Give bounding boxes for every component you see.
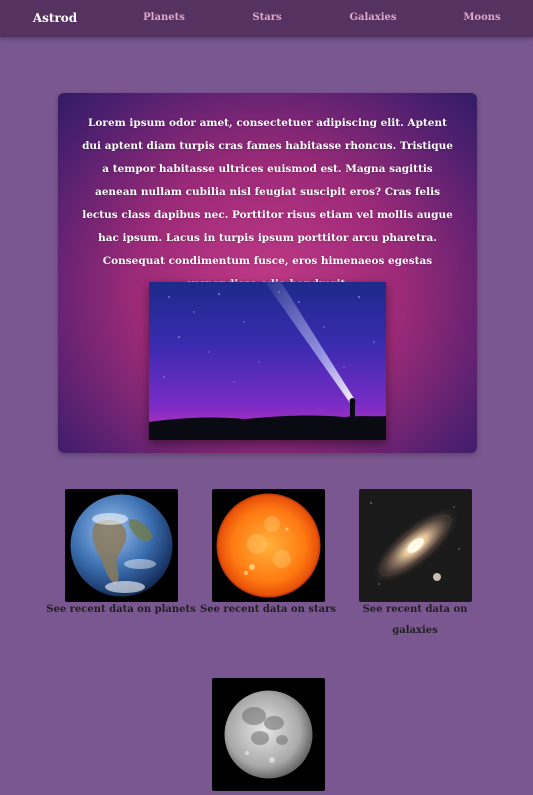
earth-image [65, 489, 178, 602]
moon-image [212, 678, 325, 791]
hero-image [149, 282, 386, 440]
hero-text: Lorem ipsum odor amet, consectetuer adip… [82, 117, 453, 290]
nav-item-planets[interactable]: Planets [143, 12, 185, 23]
planets-caption: See recent data on planets [46, 604, 196, 615]
brand-link[interactable]: Astrod [33, 11, 77, 25]
stars-caption: See recent data on stars [200, 604, 336, 615]
galaxies-caption: See recent data on galaxies [362, 604, 468, 636]
nav-item-moons[interactable]: Moons [463, 12, 500, 23]
top-nav: Astrod Planets Stars Galaxies Moons [0, 0, 533, 37]
nav-item-stars[interactable]: Stars [252, 12, 281, 23]
galaxy-image [359, 489, 472, 602]
hero-panel: Lorem ipsum odor amet, consectetuer adip… [58, 93, 477, 453]
sun-image [212, 489, 325, 602]
nav-item-galaxies[interactable]: Galaxies [349, 12, 396, 23]
night-sky-flashlight-image [149, 282, 386, 440]
